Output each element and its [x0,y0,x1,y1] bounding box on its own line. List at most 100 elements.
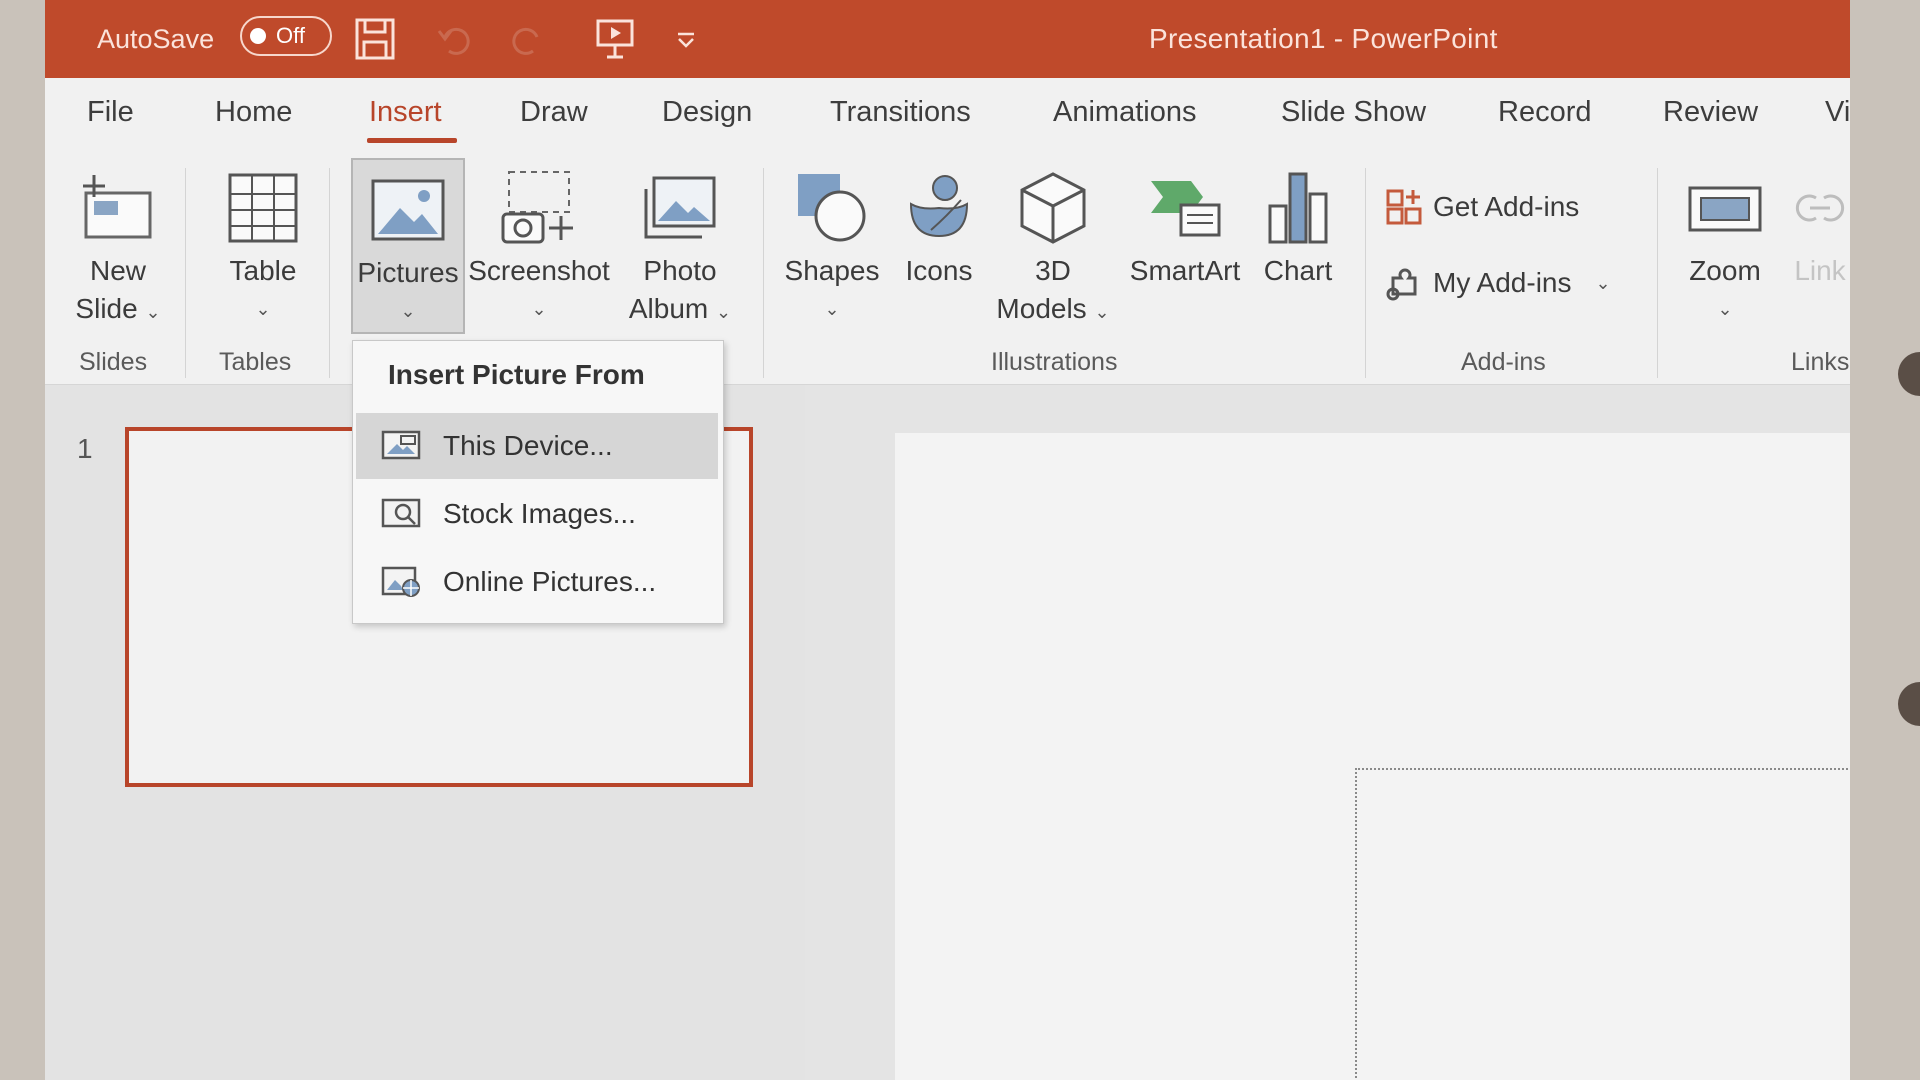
device-picture-icon [381,430,421,460]
new-slide-button[interactable]: New Slide ⌄ [63,164,173,331]
stock-images-icon [381,498,421,528]
stock-images-label: Stock Images... [443,498,636,529]
tab-review[interactable]: Review [1663,96,1758,129]
my-addins-button[interactable]: My Add-ins ⌄ [1385,264,1611,302]
photo-album-label-1: Photo [643,255,717,286]
smartart-button[interactable]: SmartArt [1123,164,1247,290]
chevron-down-icon: ⌄ [145,302,161,322]
tab-design[interactable]: Design [662,96,752,129]
tab-file[interactable]: File [87,96,134,129]
chart-label: Chart [1263,255,1333,286]
tab-transitions[interactable]: Transitions [830,96,971,129]
group-label-addins: Add-ins [1461,348,1546,376]
screenshot-label: Screenshot [468,255,610,286]
link-label: Link [1794,255,1846,286]
menu-item-stock-images[interactable]: Stock Images... [356,481,718,547]
screenshot-button[interactable]: Screenshot ⌄ [468,164,610,328]
edge-decoration [1898,682,1920,726]
edge-decoration [1898,352,1920,396]
tab-home[interactable]: Home [215,96,292,129]
new-slide-label-1: New [89,255,146,286]
tab-record[interactable]: Record [1498,96,1592,129]
group-separator [329,168,330,378]
group-separator [1657,168,1658,378]
pictures-button[interactable]: Pictures ⌄ [351,158,465,334]
zoom-label: Zoom [1689,255,1761,286]
chevron-down-icon: ⌄ [716,302,732,322]
3d-models-label-1: 3D [1035,255,1071,286]
chevron-down-icon: ⌄ [531,299,547,319]
chart-button[interactable]: Chart [1253,164,1343,290]
slide-number: 1 [77,433,93,464]
group-label-tables: Tables [219,348,292,376]
window-title: Presentation1 - PowerPoint [1149,23,1498,54]
picture-icon [370,166,446,254]
online-pictures-label: Online Pictures... [443,566,657,597]
active-tab-indicator [367,138,457,143]
powerpoint-window: AutoSave Off Presentation1 - PowerPoint … [45,0,1850,1080]
online-pictures-icon [381,566,420,597]
menu-item-this-device[interactable]: This Device... [356,413,718,479]
start-slideshow-icon[interactable] [595,0,635,78]
group-label-illustrations: Illustrations [991,348,1118,376]
bar-chart-icon [1266,164,1330,252]
shapes-label: Shapes [784,255,880,286]
zoom-icon [1687,164,1763,252]
pictures-label: Pictures [357,257,459,288]
zoom-button[interactable]: Zoom ⌄ [1675,164,1775,328]
redo-icon[interactable] [507,0,547,78]
table-label: Table [229,255,297,286]
group-separator [1365,168,1366,378]
screenshot-icon [499,164,579,252]
3d-models-button[interactable]: 3D Models ⌄ [993,164,1113,331]
tab-animations[interactable]: Animations [1053,96,1196,129]
tab-slide-show[interactable]: Slide Show [1281,96,1426,129]
autosave-state: Off [276,23,305,48]
this-device-label: This Device... [443,430,613,461]
my-addins-label: My Add-ins [1433,267,1572,298]
customize-toolbar-icon[interactable] [675,0,697,78]
tab-draw[interactable]: Draw [520,96,588,129]
store-icon [1386,189,1422,225]
chevron-down-icon: ⌄ [824,299,840,319]
chevron-down-icon: ⌄ [1094,302,1110,322]
group-label-slides: Slides [79,348,148,376]
save-icon[interactable] [355,0,395,78]
title-bar: AutoSave Off Presentation1 - PowerPoint [45,0,1850,78]
group-separator [185,168,186,378]
ribbon-tabs: File Home Insert Draw Design Transitions… [45,78,1850,158]
icons-button[interactable]: Icons [893,164,985,290]
chevron-down-icon: ⌄ [1595,272,1611,293]
shapes-icon [794,164,870,252]
tab-view[interactable]: Vi [1825,96,1850,129]
new-slide-label-2: Slide [75,293,138,324]
icons-gallery-icon [901,164,977,252]
puzzle-icon [1386,268,1417,301]
autosave-toggle[interactable]: Off [240,16,332,56]
group-separator [763,168,764,378]
tab-insert[interactable]: Insert [369,96,442,129]
get-addins-button[interactable]: Get Add-ins [1385,188,1579,226]
photo-album-button[interactable]: Photo Album ⌄ [615,164,745,331]
toggle-knob [250,28,266,44]
smartart-label: SmartArt [1129,255,1241,286]
group-label-links: Links [1791,348,1850,376]
content-placeholder[interactable] [1355,768,1850,1080]
link-button[interactable]: Link [1785,164,1850,290]
icons-label: Icons [905,255,973,286]
photo-album-icon [642,164,718,252]
shapes-button[interactable]: Shapes ⌄ [777,164,887,328]
smartart-icon [1147,164,1223,252]
autosave-label: AutoSave [97,23,215,54]
menu-header: Insert Picture From [388,359,645,390]
insert-picture-menu: Insert Picture From This Device... Stock… [352,340,724,624]
menu-item-online-pictures[interactable]: Online Pictures... [356,549,718,615]
link-icon [1790,164,1850,252]
chevron-down-icon: ⌄ [400,301,416,321]
get-addins-label: Get Add-ins [1433,191,1580,222]
undo-icon[interactable] [435,0,475,78]
slide-canvas[interactable] [895,433,1850,1080]
table-button[interactable]: Table ⌄ [211,164,315,328]
chevron-down-icon: ⌄ [255,299,271,319]
3d-models-label-2: Models [996,293,1087,324]
